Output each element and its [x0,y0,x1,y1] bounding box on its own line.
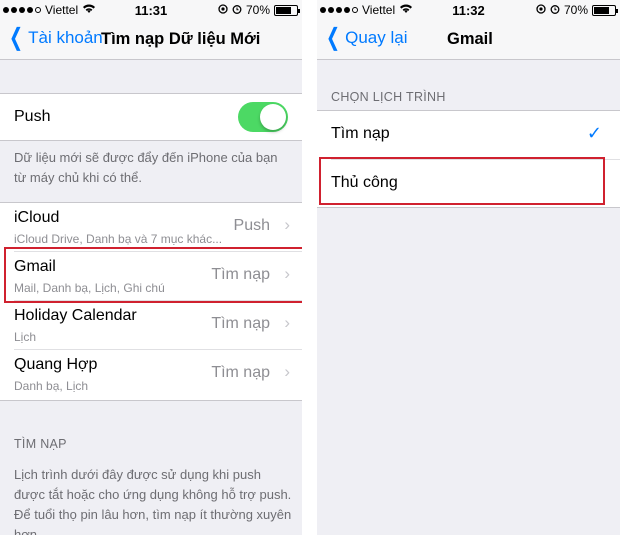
option-fetch[interactable]: Tìm nạp ✓ [317,111,620,160]
option-label: Thủ công [331,174,398,191]
account-row-holiday-calendar[interactable]: Holiday Calendar Lịch Tìm nạp › [0,301,302,350]
alarm-icon [232,3,242,17]
location-icon [536,3,546,17]
account-value: Tìm nạp [211,364,270,381]
account-row-icloud[interactable]: iCloud iCloud Drive, Danh bạ và 7 mục kh… [0,203,302,252]
account-row-quang-hop[interactable]: Quang Hợp Danh bạ, Lịch Tìm nạp › [0,350,302,399]
fetch-footer: Lịch trình dưới đây được sử dụng khi pus… [14,467,292,535]
page-title: Gmail [447,30,493,48]
page-title: Tìm nạp Dữ liệu Mới [101,30,261,48]
navigation-bar: ❮ Tài khoản Tìm nạp Dữ liệu Mới [0,20,302,60]
account-detail: Danh bạ, Lịch [14,379,89,393]
chevron-right-icon: › [284,362,290,381]
account-value: Tìm nạp [211,315,270,332]
option-label: Tìm nạp [331,125,390,142]
chevron-right-icon: › [284,313,290,332]
right-screen: Viettel 11:32 70% ❮ Quay lại Gmail CHỌN … [317,0,620,535]
chevron-right-icon: › [284,264,290,283]
option-manual[interactable]: Thủ công [317,160,620,209]
battery-icon [274,4,300,16]
push-footer: Dữ liệu mới sẽ được đẩy đến iPhone của b… [14,150,278,185]
account-detail: iCloud Drive, Danh bạ và 7 mục khác... [14,232,223,246]
account-name: iCloud [14,209,60,226]
account-name: Quang Hợp [14,356,98,373]
chevron-left-icon: ❮ [9,24,24,51]
status-bar: Viettel 11:32 70% [317,0,620,20]
account-name: Gmail [14,258,56,275]
navigation-bar: ❮ Quay lại Gmail [317,20,620,60]
toggle-knob [260,104,286,130]
checkmark-icon: ✓ [586,123,602,143]
accounts-group: iCloud iCloud Drive, Danh bạ và 7 mục kh… [0,202,302,401]
account-row-gmail[interactable]: Gmail Mail, Danh bạ, Lịch, Ghi chú Tìm n… [0,252,302,301]
account-name: Holiday Calendar [14,307,137,324]
back-button[interactable]: ❮ Quay lại [323,24,408,51]
back-button[interactable]: ❮ Tài khoản [6,24,103,51]
battery-percent: 70% [563,3,588,17]
push-toggle[interactable] [238,102,288,132]
schedule-options-group: Tìm nạp ✓ Thủ công [317,110,620,208]
left-screen: Viettel 11:31 70% ❮ Tài khoản Tìm nạp Dữ… [0,0,302,535]
back-label: Quay lại [345,28,408,47]
battery-percent: 70% [245,3,270,17]
status-bar: Viettel 11:31 70% [0,0,302,20]
fetch-section-header: TÌM NẠP [14,437,67,451]
push-group: Push [0,93,302,141]
back-label: Tài khoản [28,28,103,47]
account-detail: Mail, Danh bạ, Lịch, Ghi chú [14,281,165,295]
account-detail: Lịch [14,330,37,344]
chevron-right-icon: › [284,215,290,234]
battery-icon [592,4,618,16]
account-value: Push [233,217,270,234]
chevron-left-icon: ❮ [326,24,341,51]
schedule-section-header: CHỌN LỊCH TRÌNH [331,90,446,104]
alarm-icon [550,3,560,17]
push-label: Push [14,108,51,125]
location-icon [218,3,228,17]
account-value: Tìm nạp [211,266,270,283]
